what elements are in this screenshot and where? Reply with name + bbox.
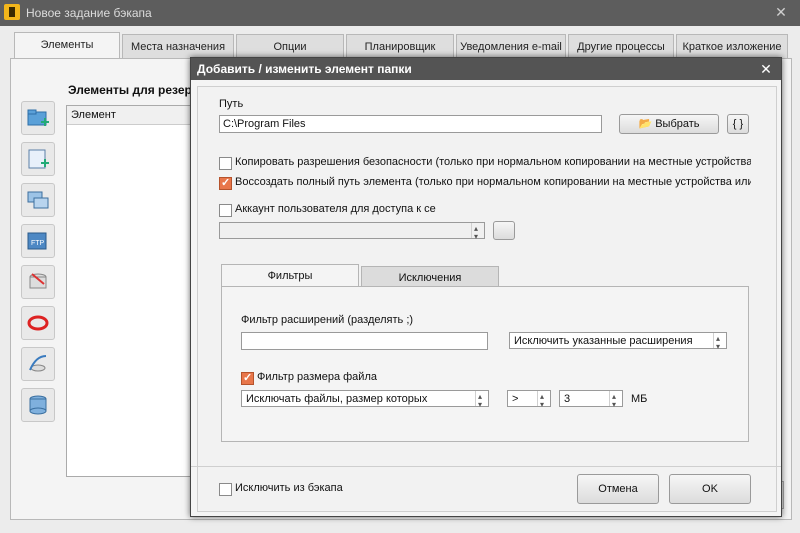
oracle-icon[interactable] — [21, 306, 55, 340]
account-select[interactable] — [219, 220, 485, 245]
exclude-checkbox[interactable] — [219, 483, 232, 496]
dialog-close-icon[interactable]: ✕ — [757, 60, 775, 78]
size-value: 3 — [564, 393, 571, 405]
column-element: Элемент — [71, 109, 116, 121]
tab-elements[interactable]: Элементы — [14, 32, 120, 59]
window-title-bar: Новое задание бэкапа ✕ — [0, 0, 800, 26]
exclude-label: Исключить из бэкапа — [235, 482, 343, 494]
database-icon[interactable] — [21, 388, 55, 422]
size-operator-spin-icon — [537, 388, 550, 413]
size-mode-select[interactable]: Исключать файлы, размер которых — [241, 388, 489, 413]
network-share-icon[interactable] — [21, 183, 55, 217]
size-value-spin-icon — [609, 388, 622, 413]
tab-exclusions[interactable]: Исключения — [361, 266, 499, 287]
security-label: Копировать разрешения безопасности (толь… — [235, 156, 751, 168]
ftp-icon[interactable]: FTP — [21, 224, 55, 258]
browse-label: Выбрать — [655, 118, 700, 130]
size-mode-spin-icon — [475, 388, 488, 413]
size-unit-label: МБ — [631, 393, 648, 405]
tab-options[interactable]: Опции — [236, 34, 344, 59]
size-operator-value: > — [512, 393, 519, 405]
folder-open-icon: 📂 — [638, 118, 653, 130]
fullpath-checkbox[interactable] — [219, 176, 232, 190]
ext-mode-value: Исключить указанные расширения — [514, 335, 693, 347]
account-spin-icon — [471, 220, 484, 245]
path-input[interactable]: C:\Program Files — [219, 115, 602, 133]
list-header[interactable]: Элемент — [67, 106, 193, 125]
mssql-icon[interactable] — [21, 265, 55, 299]
tab-email[interactable]: Уведомления e-mail — [456, 34, 566, 59]
browse-button[interactable]: 📂 Выбрать — [619, 114, 719, 134]
tab-other-processes[interactable]: Другие процессы — [568, 34, 674, 59]
footer-divider — [191, 466, 781, 467]
folder-item-dialog: Добавить / изменить элемент папки ✕ Путь… — [190, 57, 782, 517]
ext-filter-label: Фильтр расширений (разделять ;) — [241, 314, 414, 326]
path-label: Путь — [219, 98, 244, 110]
variables-button[interactable]: { } — [727, 114, 749, 134]
window-title: Новое задание бэкапа — [26, 6, 152, 20]
ok-button[interactable]: OK — [669, 474, 751, 504]
filters-panel — [221, 286, 749, 442]
tab-filters[interactable]: Фильтры — [221, 264, 359, 287]
elements-title: Элементы для резер — [68, 83, 192, 97]
svg-text:FTP: FTP — [31, 240, 45, 247]
size-operator-select[interactable]: > — [507, 388, 551, 413]
dialog-title: Добавить / изменить элемент папки — [197, 62, 412, 76]
ext-mode-select[interactable]: Исключить указанные расширения — [509, 330, 727, 355]
cancel-button[interactable]: Отмена — [577, 474, 659, 504]
security-checkbox[interactable] — [219, 157, 232, 170]
size-mode-value: Исключать файлы, размер которых — [246, 393, 428, 405]
mysql-icon[interactable] — [21, 347, 55, 381]
account-checkbox[interactable] — [219, 204, 232, 217]
close-icon[interactable]: ✕ — [772, 4, 790, 20]
add-folder-icon[interactable] — [21, 101, 55, 135]
size-value-stepper[interactable]: 3 — [559, 388, 623, 413]
size-filter-checkbox[interactable] — [241, 371, 254, 385]
elements-list[interactable]: Элемент — [66, 105, 194, 477]
ext-filter-input[interactable] — [241, 332, 488, 350]
app-logo-icon — [4, 4, 20, 20]
account-button[interactable] — [493, 221, 515, 240]
fullpath-label: Воссоздать полный путь элемента (только … — [235, 176, 751, 188]
tab-destinations[interactable]: Места назначения — [122, 34, 234, 59]
account-label: Аккаунт пользователя для доступа к се — [235, 203, 436, 215]
tab-summary[interactable]: Краткое изложение — [676, 34, 788, 59]
dialog-title-bar: Добавить / изменить элемент папки ✕ — [191, 58, 781, 80]
ext-mode-spin-icon — [713, 330, 726, 355]
add-file-icon[interactable] — [21, 142, 55, 176]
tab-scheduler[interactable]: Планировщик — [346, 34, 454, 59]
size-filter-label: Фильтр размера файла — [257, 371, 377, 383]
